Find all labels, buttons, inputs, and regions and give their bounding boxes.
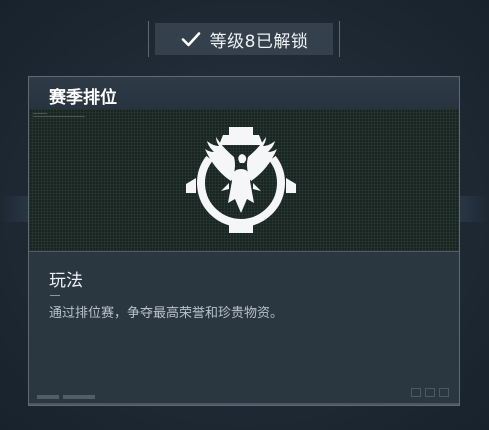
footer-tiny-label — [37, 395, 95, 399]
footer-tiny-icons — [411, 388, 449, 397]
info-heading: 玩法 — [49, 271, 83, 291]
unlock-text: 等级8已解锁 — [209, 31, 309, 52]
checkmark-icon — [180, 28, 202, 50]
info-divider — [50, 295, 60, 296]
preview-tiny-text — [33, 113, 85, 121]
unlock-banner-inner: 等级8已解锁 — [155, 23, 333, 55]
mode-info-panel: 玩法 通过排位赛，争夺最高荣誉和珍贵物资。 — [29, 252, 459, 405]
season-ranked-card[interactable]: 赛季排位 玩法 通过排位赛，争夺最高荣誉和珍贵物资。 — [28, 76, 460, 406]
unlock-banner: 等级8已解锁 — [148, 21, 340, 57]
info-description: 通过排位赛，争夺最高荣誉和珍贵物资。 — [49, 306, 284, 321]
eagle-emblem-icon — [186, 127, 296, 233]
card-header: 赛季排位 — [29, 77, 459, 109]
mode-preview-image — [29, 109, 459, 252]
card-title: 赛季排位 — [49, 88, 117, 108]
card-bottom-edge — [29, 403, 459, 405]
